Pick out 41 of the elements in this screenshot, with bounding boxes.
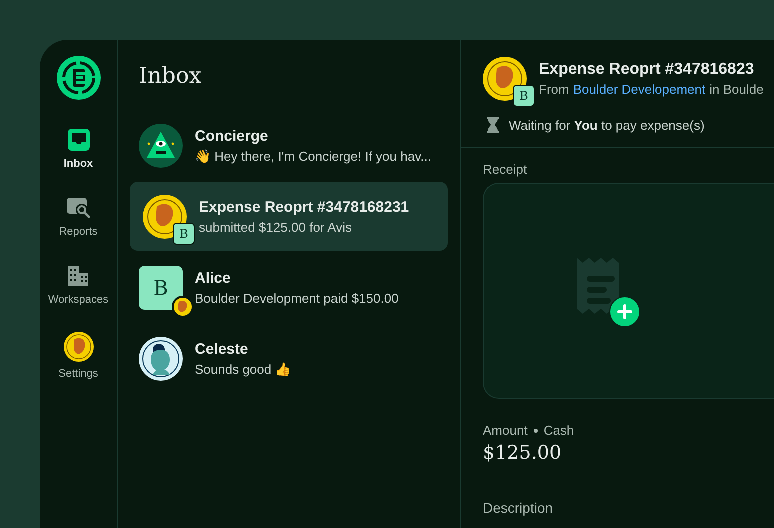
amount-value: $125.00 [483, 442, 563, 464]
status-text: Waiting for You to pay expense(s) [509, 118, 705, 132]
inbox-title: Inbox [139, 64, 203, 89]
pyramid-eye-avatar [139, 124, 183, 168]
nav-tab[interactable]: Settings [58, 332, 98, 380]
chat-row[interactable]: B Alice Boulder Development paid $150.00 [130, 253, 448, 322]
report-title: Expense Reoprt #347816823 [539, 61, 756, 79]
from-label: From [539, 82, 570, 97]
chat-preview: Boulder Development paid $150.00 [195, 290, 399, 306]
chat-name: Celeste [195, 340, 250, 358]
description-label: Description [483, 500, 554, 516]
inbox-icon [66, 128, 90, 152]
chat-name: Concierge [195, 128, 270, 144]
person-avatar [139, 336, 183, 380]
chat-row[interactable]: B Expense Reoprt #3478168231 submitted $125.00 for Avis [130, 182, 448, 251]
from-suffix: in Boulde [710, 82, 764, 97]
chat-preview: submitted $125.00 for Avis [199, 220, 353, 234]
nav-tab[interactable]: Inbox [64, 128, 94, 170]
hourglass-icon [487, 117, 499, 133]
workspace-badge: B [173, 222, 195, 244]
workspace-avatar: B [139, 266, 183, 310]
chat-preview: 👋 Hey there, I'm Concierge! If you hav... [195, 148, 432, 164]
receipt-dropzone[interactable] [483, 183, 774, 399]
amount-label: Amount [483, 423, 528, 438]
separator-dot [534, 428, 538, 432]
building-icon [66, 264, 90, 288]
workspace-link[interactable]: Boulder Developement [573, 82, 706, 97]
workspace-badge: B [513, 85, 535, 107]
logo-icon [56, 56, 100, 100]
report-search-icon [66, 196, 92, 220]
chat-row[interactable]: Celeste Sounds good 👍 [130, 324, 448, 393]
nav-tab[interactable]: Workspaces [48, 264, 109, 306]
chat-preview: Sounds good 👍 [195, 362, 292, 376]
nav-tab[interactable]: Reports [59, 196, 98, 238]
coin-avatar [172, 296, 194, 318]
avatar-icon [64, 332, 94, 362]
receipt-label: Receipt [483, 162, 528, 177]
chat-row[interactable]: Concierge 👋 Hey there, I'm Concierge! If you hav... [130, 111, 448, 180]
chat-name: Expense Reoprt #3478168231 [199, 198, 410, 216]
chat-name: Alice [195, 270, 232, 286]
amount-source: Cash [544, 423, 574, 438]
